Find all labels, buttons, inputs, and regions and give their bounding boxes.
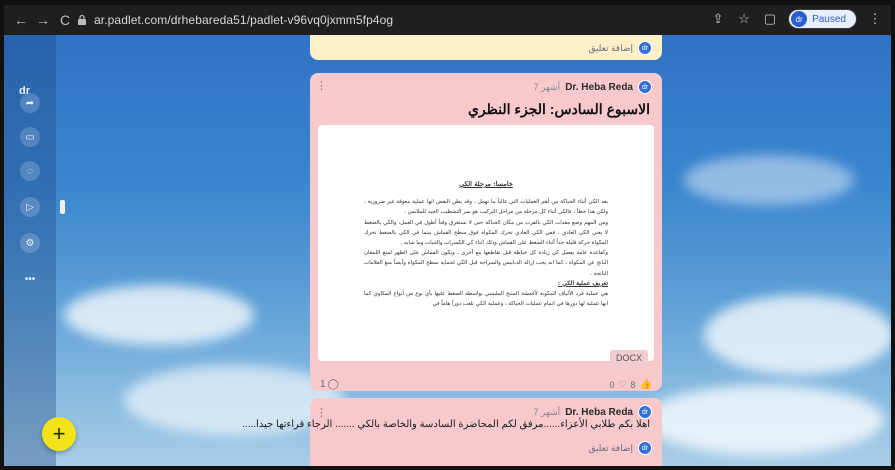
bell-icon[interactable]: ◌ [20,161,40,181]
post-time: 7 أشهر [533,81,561,92]
file-type-badge: DOCX [609,350,648,366]
document-paragraph: وكقاعدة عامة يفصل كي زيادة كل خياطة قبل … [364,250,608,277]
add-post-button[interactable]: + [42,417,76,451]
post-menu-icon[interactable]: ⋮ [316,406,327,419]
add-comment-label: إضافة تعليق [588,42,633,53]
left-rail: dr ➦ ▭ ◌ ▷ ⚙ ••• [4,35,56,466]
play-icon[interactable]: ▷ [20,197,40,217]
author-row: 7 أشهر Dr. Heba Reda dr [534,80,652,94]
document-page: خامسا: مرحلة الكي يعد الكي أثناء الحياكة… [364,179,608,309]
author-name[interactable]: Dr. Heba Reda [565,407,633,418]
comment-icon: ◯ [327,379,339,390]
scrollbar-thumb[interactable] [60,200,65,214]
menu-icon[interactable]: ⋮ [867,11,883,27]
add-comment-button[interactable]: إضافة تعليق dr [588,41,652,55]
share-icon[interactable]: ⇪ [710,11,726,27]
screen: ← → C ar.padlet.com/drhebareda51/padlet-… [4,5,891,466]
avatar: dr [638,441,652,455]
post-card: إضافة تعليق dr [310,35,662,60]
reaction-group: 0 ♡ 8 👍 [609,379,652,390]
more-icon[interactable]: ••• [20,269,40,289]
profile-avatar: dr [791,11,808,27]
avatar: dr [638,80,652,94]
post-body: اهلا بكم طلابي الأعزاء......مرفق لكم الم… [242,419,650,430]
gear-icon[interactable]: ⚙ [20,233,40,253]
reaction-count: 0 [609,379,615,390]
share-icon[interactable]: ➦ [20,93,40,113]
add-comment-label: إضافة تعليق [588,442,633,453]
document-paragraph: يعد الكي أثناء الحياكة من أهم العمليات ا… [364,199,608,216]
browser-actions: ⇪ ☆ ▢ dr Paused ⋮ [710,9,883,29]
url-text: ar.padlet.com/drhebareda51/padlet-v96vq0… [94,13,394,27]
avatar: dr [638,41,652,55]
browser-toolbar: ← → C ar.padlet.com/drhebareda51/padlet-… [4,5,891,35]
comments-count-value: 1 [320,379,326,390]
lock-icon [78,14,86,25]
star-icon[interactable]: ☆ [736,11,752,27]
like-count: 8 [630,379,636,390]
dislike-icon[interactable]: ♡ [618,379,626,390]
profile-status: Paused [812,13,846,25]
document-subheading: تعريف عملية الكي : [557,279,608,287]
document-heading: خامسا: مرحلة الكي [459,180,513,188]
avatar: dr [638,405,652,419]
post-title: الاسبوع السادس: الجزء النظري [467,101,650,117]
post-card: ⋮ 7 أشهر Dr. Heba Reda dr الاسبوع السادس… [310,73,662,391]
post-time: 7 أشهر [533,406,561,417]
add-comment-button[interactable]: إضافة تعليق dr [588,441,652,455]
back-icon[interactable]: ← [10,12,32,28]
post-menu-icon[interactable]: ⋮ [316,79,327,92]
document-paragraph: ومن المهم وضع معدات الكي بالقرب من مكان … [364,219,608,247]
comments-count[interactable]: 1 ◯ [320,379,339,390]
reactions-bar: 1 ◯ 0 ♡ 8 👍 [320,379,652,393]
author-row: 7 أشهر Dr. Heba Reda dr [534,405,652,419]
address-bar[interactable]: ar.padlet.com/drhebareda51/padlet-v96vq0… [76,10,744,30]
window-icon[interactable]: ▭ [20,127,40,147]
document-paragraph: هي عملية فرد الألياف المكونة لأقمشة المن… [364,291,608,308]
forward-icon[interactable]: → [32,12,54,28]
document-preview[interactable]: خامسا: مرحلة الكي يعد الكي أثناء الحياكة… [318,125,654,361]
author-name[interactable]: Dr. Heba Reda [565,82,633,93]
profile-button[interactable]: dr Paused [788,9,857,29]
reload-icon[interactable]: C [54,12,76,28]
thumbs-up-icon[interactable]: 👍 [640,379,652,390]
sidepanel-icon[interactable]: ▢ [762,11,778,27]
post-card: ⋮ 7 أشهر Dr. Heba Reda dr اهلا بكم طلابي… [242,398,662,466]
